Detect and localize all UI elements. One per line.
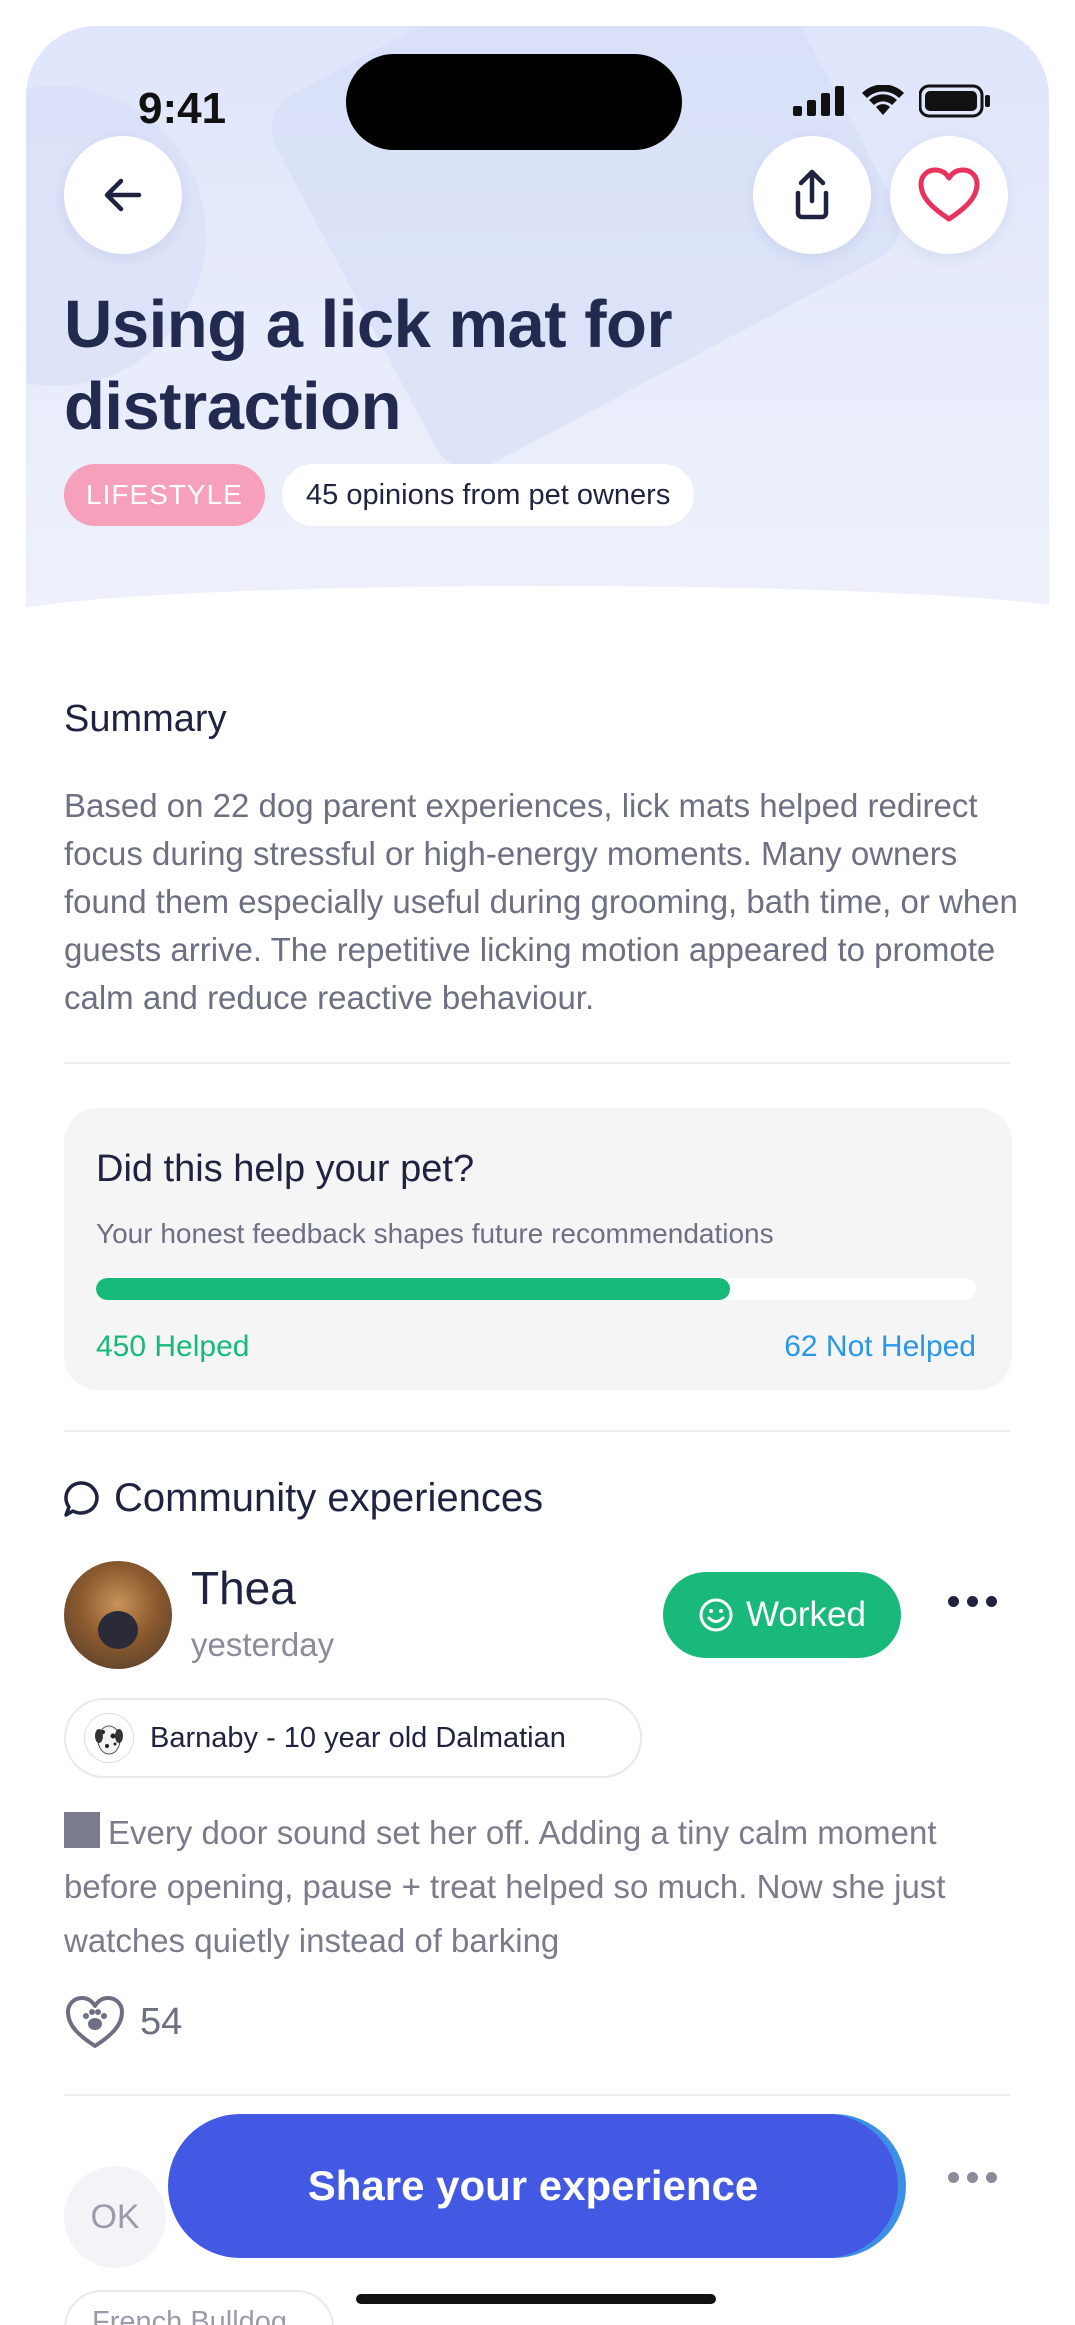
battery-icon xyxy=(919,84,990,118)
like-button[interactable]: 54 xyxy=(64,1994,182,2050)
feedback-title: Did this help your pet? xyxy=(96,1148,475,1190)
heart-icon xyxy=(918,167,980,222)
feedback-card: Did this help your pet? Your honest feed… xyxy=(64,1108,1012,1390)
like-count: 54 xyxy=(140,2000,183,2043)
back-button[interactable] xyxy=(64,136,182,254)
next-post-more-button[interactable] xyxy=(948,2172,997,2183)
worked-label: Worked xyxy=(746,1595,866,1634)
avatar[interactable] xyxy=(64,1561,172,1669)
feedback-progress-fill xyxy=(96,1278,730,1300)
paw-heart-icon xyxy=(66,1996,124,2048)
app-screen: 9:41 Using a lick mat for distraction LI… xyxy=(26,26,1049,2325)
smile-icon xyxy=(699,1598,733,1632)
status-icons xyxy=(793,84,991,118)
feedback-progress-bar xyxy=(96,1278,976,1300)
community-heading: Community experiences xyxy=(114,1476,544,1520)
community-header: Community experiences xyxy=(62,1476,543,1521)
review-text-block: Every door sound set her off. Adding a t… xyxy=(64,1806,1014,1968)
share-icon xyxy=(795,169,829,220)
next-post-avatar[interactable]: OK xyxy=(64,2166,166,2268)
pet-chip[interactable]: Barnaby - 10 year old Dalmatian xyxy=(64,1698,642,1778)
post-time: yesterday xyxy=(191,1626,335,1663)
page-title: Using a lick mat for distraction xyxy=(64,287,673,444)
chat-bubble-icon xyxy=(64,1480,99,1517)
not-helped-count[interactable]: 62 Not Helped xyxy=(784,1330,976,1364)
more-options-button[interactable] xyxy=(948,1596,997,1607)
share-button[interactable] xyxy=(753,136,871,254)
worked-badge: Worked xyxy=(663,1572,901,1658)
divider xyxy=(64,1062,1010,1064)
review-text: Every door sound set her off. Adding a t… xyxy=(64,1814,946,1959)
divider xyxy=(64,2094,1010,2096)
home-indicator xyxy=(356,2294,716,2304)
arrow-left-icon xyxy=(104,178,142,212)
next-post-pet-chip[interactable]: French Bulldog xyxy=(64,2290,334,2325)
signal-icon xyxy=(793,86,844,116)
wifi-icon xyxy=(862,85,904,115)
pet-description: Barnaby - 10 year old Dalmatian xyxy=(150,1721,566,1754)
user-name[interactable]: Thea xyxy=(191,1561,296,1615)
category-tag[interactable]: LIFESTYLE xyxy=(64,464,265,526)
opinions-count-chip: 45 opinions from pet owners xyxy=(282,464,695,526)
dynamic-island xyxy=(346,54,682,150)
favorite-button[interactable] xyxy=(890,136,1008,254)
thumbnail-placeholder xyxy=(64,1812,100,1848)
helped-count[interactable]: 450 Helped xyxy=(96,1330,249,1364)
share-experience-button[interactable]: Share your experience xyxy=(168,2114,898,2258)
pet-avatar xyxy=(84,1713,134,1763)
feedback-subtitle: Your honest feedback shapes future recom… xyxy=(96,1218,774,1249)
divider xyxy=(64,1430,1010,1432)
summary-text: Based on 22 dog parent experiences, lick… xyxy=(64,787,1018,1016)
status-time: 9:41 xyxy=(138,84,227,133)
summary-heading: Summary xyxy=(64,698,227,740)
